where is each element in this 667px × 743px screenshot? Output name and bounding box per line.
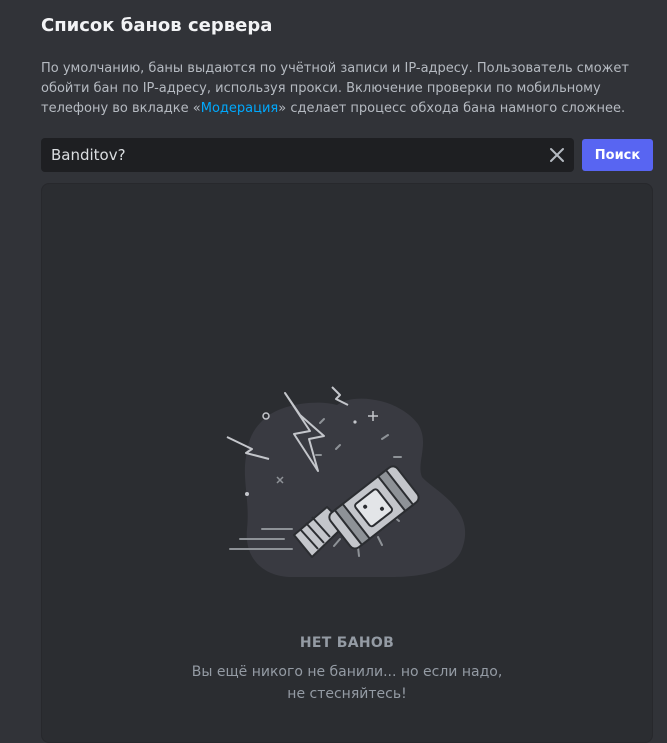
empty-state-subtitle-line: не стесняйтесь! [287,686,407,702]
search-input[interactable] [41,138,541,172]
moderation-link[interactable]: Модерация [201,101,279,116]
description-text-end: » сделает процесс обхода бана намного сл… [278,101,626,116]
empty-state-subtitle-line: Вы ещё никого не банили... но если надо, [191,664,503,680]
ban-hammer-icon [226,386,466,577]
empty-state-title: НЕТ БАНОВ [299,635,395,651]
search-box [41,138,574,172]
bans-list-panel: НЕТ БАНОВ Вы ещё никого не банили... но … [41,183,653,743]
page-title: Список банов сервера [41,15,273,36]
close-icon[interactable] [548,146,566,164]
search-button[interactable]: Поиск [582,139,653,171]
empty-state-subtitle: Вы ещё никого не банили... но если надо,… [42,661,652,705]
ban-list-description: По умолчанию, баны выдаются по учётной з… [41,59,646,119]
